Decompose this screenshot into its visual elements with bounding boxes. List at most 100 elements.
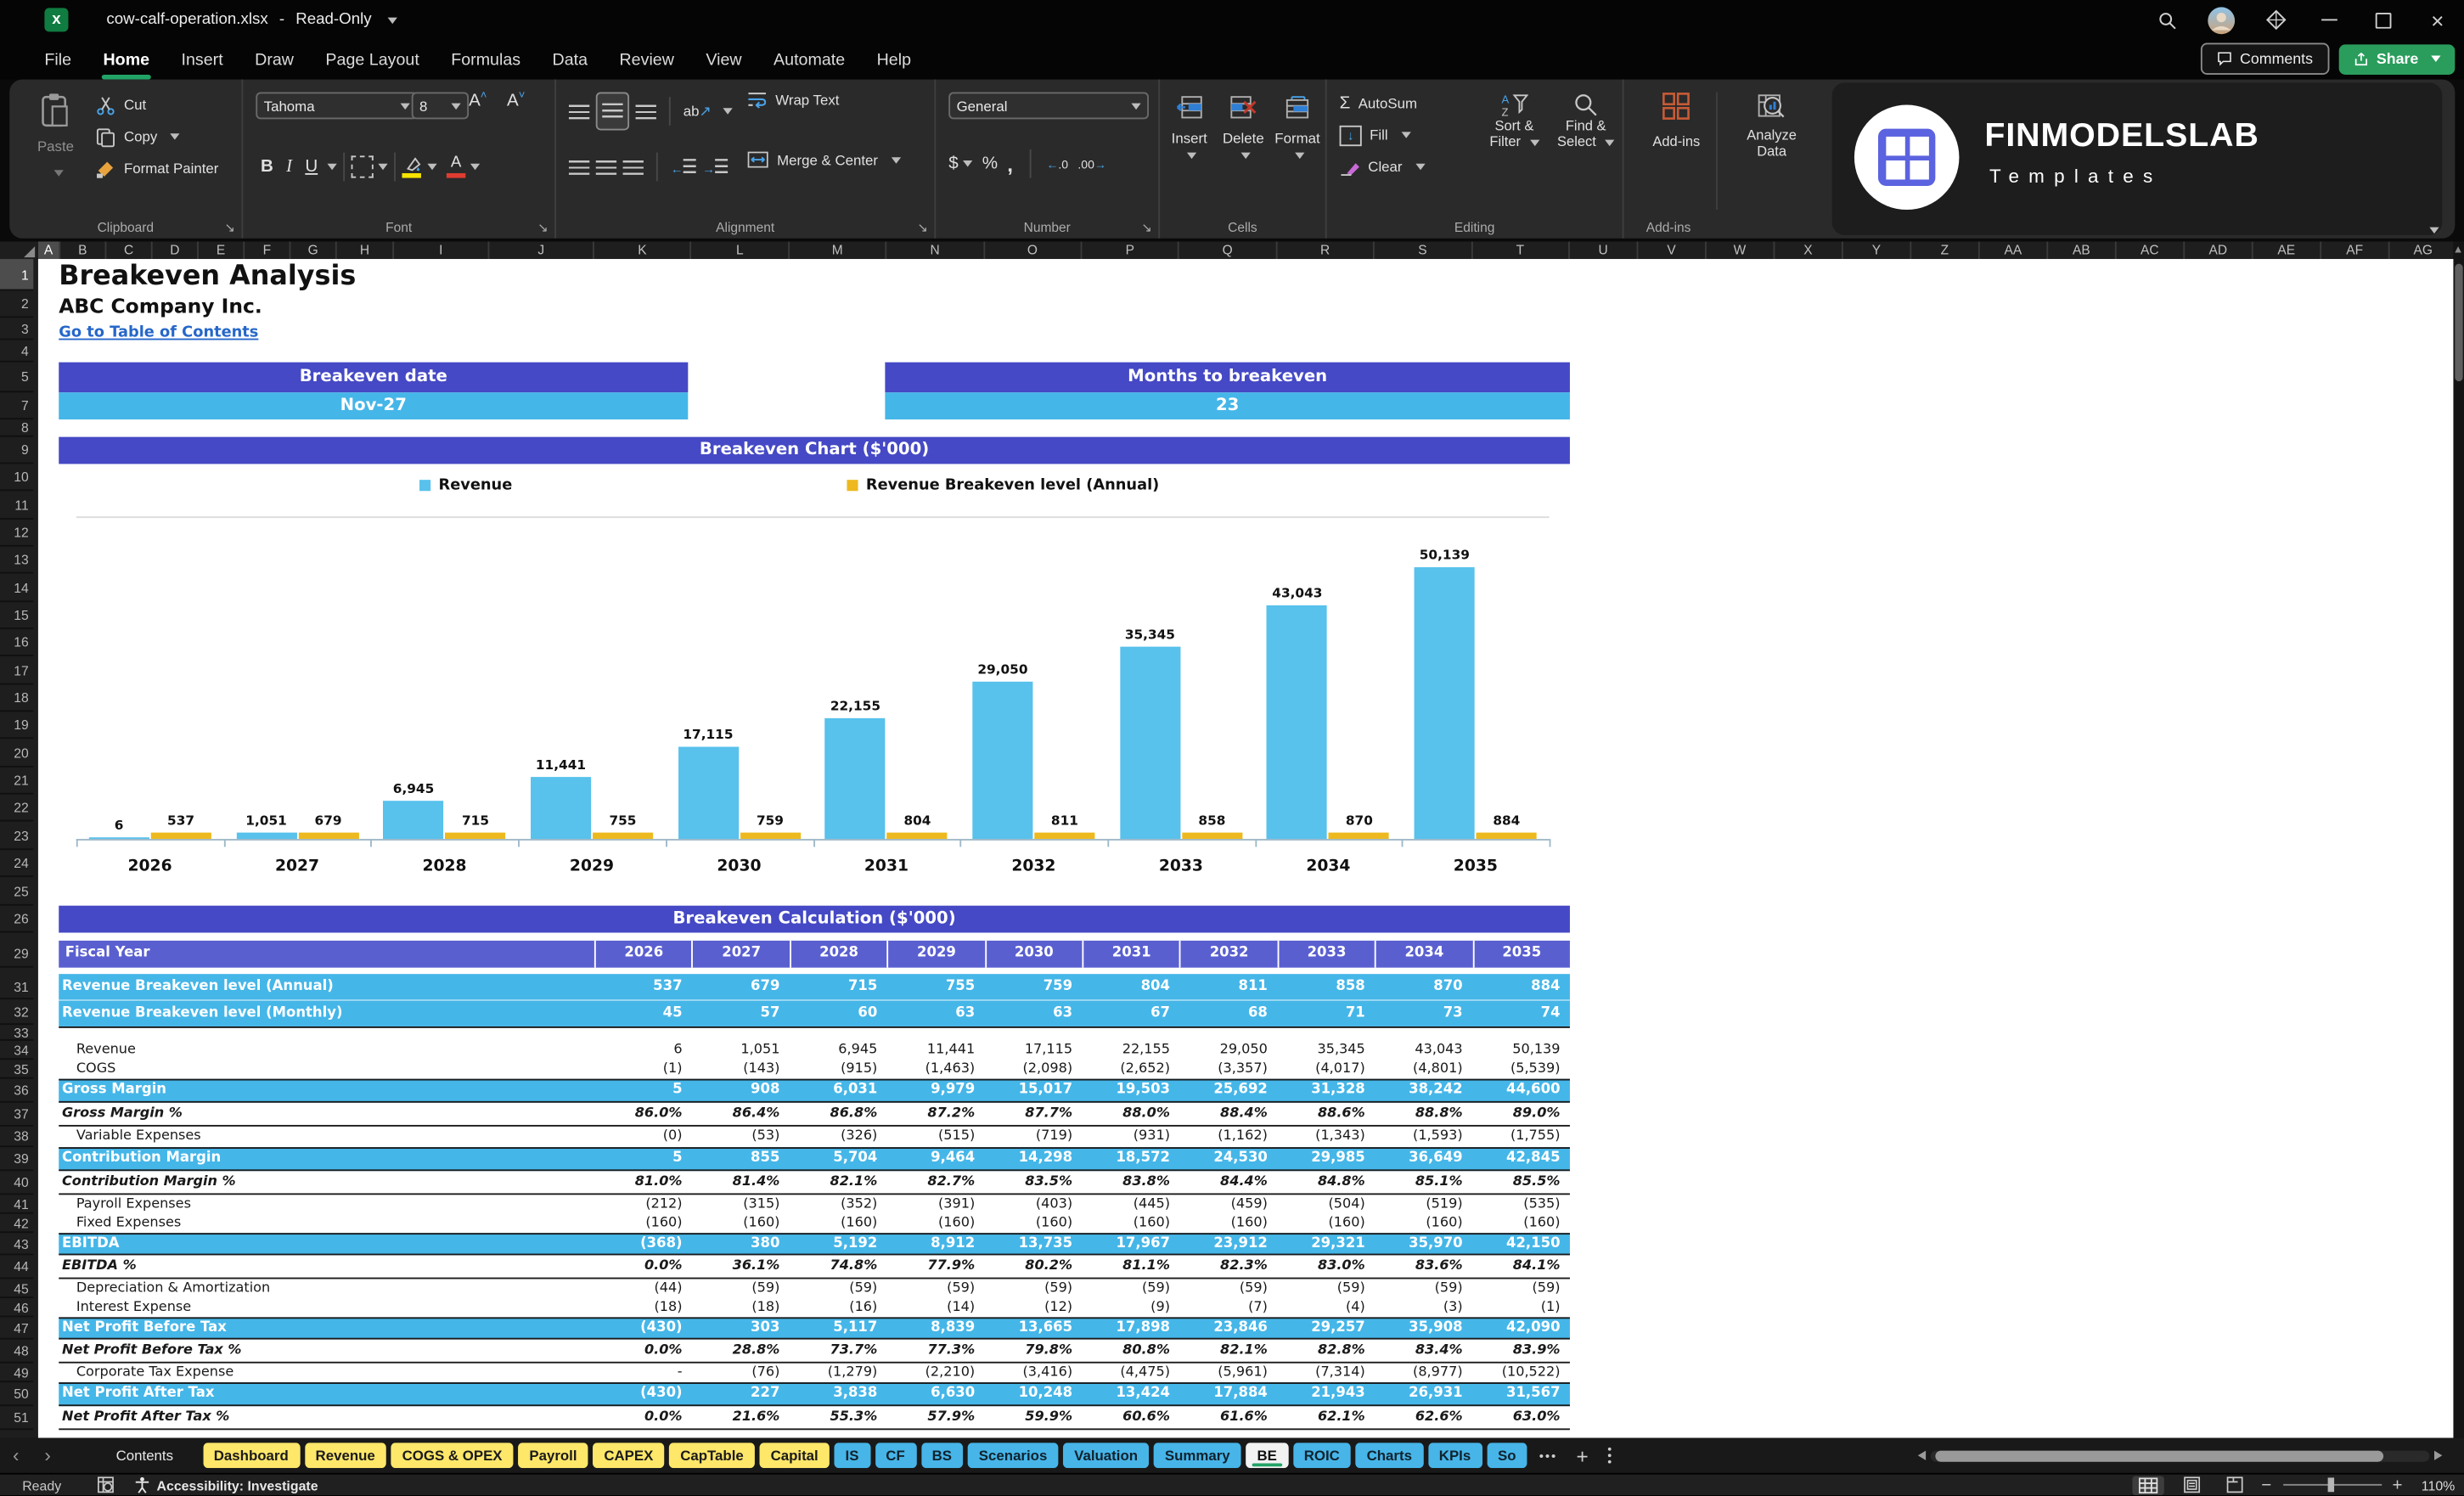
table-cell[interactable]: (160)	[887, 1214, 985, 1233]
table-cell[interactable]: 884	[1472, 974, 1570, 999]
column-header-M[interactable]: M	[790, 241, 887, 259]
row-header-44[interactable]: 44	[0, 1255, 33, 1279]
table-cell[interactable]: 28.8%	[692, 1340, 790, 1362]
table-cell[interactable]: 17,115	[984, 1041, 1082, 1060]
column-header-D[interactable]: D	[153, 241, 199, 259]
table-cell[interactable]: (212)	[594, 1195, 692, 1213]
copy-button[interactable]: Copy	[95, 121, 218, 152]
sheet-tab-roic[interactable]: ROIC	[1293, 1443, 1351, 1468]
sheet-tab-summary[interactable]: Summary	[1154, 1443, 1241, 1468]
table-cell[interactable]: 5	[594, 1149, 692, 1169]
table-cell[interactable]: 74	[1472, 1001, 1570, 1026]
avatar[interactable]	[2194, 0, 2248, 40]
minimize-button[interactable]	[2303, 0, 2357, 40]
table-cell[interactable]: (430)	[594, 1319, 692, 1337]
row-header-48[interactable]: 48	[0, 1340, 33, 1364]
table-cell[interactable]: 71	[1277, 1001, 1375, 1026]
table-cell[interactable]: 23,912	[1179, 1234, 1277, 1253]
column-header-F[interactable]: F	[245, 241, 290, 259]
row-header-42[interactable]: 42	[0, 1214, 33, 1233]
table-cell[interactable]: (7)	[1179, 1298, 1277, 1317]
table-cell[interactable]: (160)	[692, 1214, 790, 1233]
months-to-breakeven-value[interactable]: 23	[885, 392, 1570, 419]
table-cell[interactable]: (430)	[594, 1384, 692, 1404]
table-cell[interactable]: 82.3%	[1179, 1255, 1277, 1277]
table-cell[interactable]: 29,257	[1277, 1319, 1375, 1337]
column-header-P[interactable]: P	[1082, 241, 1179, 259]
table-cell[interactable]: (59)	[984, 1279, 1082, 1297]
table-cell[interactable]: 85.1%	[1375, 1171, 1472, 1193]
table-cell[interactable]: 57.9%	[887, 1406, 985, 1428]
table-cell[interactable]: 5	[594, 1081, 692, 1101]
increase-indent-icon[interactable]: →	[702, 158, 728, 176]
row-header-43[interactable]: 43	[0, 1233, 33, 1255]
table-cell[interactable]: 63	[984, 1001, 1082, 1026]
table-cell[interactable]: (352)	[790, 1195, 887, 1213]
row-header-31[interactable]: 31	[0, 974, 33, 999]
table-cell[interactable]: (1,162)	[1179, 1127, 1277, 1147]
table-cell[interactable]: 83.9%	[1472, 1340, 1570, 1362]
scroll-up-icon[interactable]	[2455, 246, 2461, 252]
table-cell[interactable]: (459)	[1179, 1195, 1277, 1213]
horizontal-scrollbar[interactable]	[1918, 1449, 2443, 1462]
table-cell[interactable]: 17,898	[1082, 1319, 1179, 1337]
table-cell[interactable]: 8,912	[887, 1234, 985, 1253]
table-cell[interactable]: (160)	[1179, 1214, 1277, 1233]
table-cell[interactable]: (4,017)	[1277, 1060, 1375, 1078]
fiscal-year-2027[interactable]: 2027	[692, 941, 790, 968]
table-cell[interactable]: 86.8%	[790, 1103, 887, 1125]
column-header-W[interactable]: W	[1707, 241, 1775, 259]
vertical-scroll-thumb[interactable]	[2455, 264, 2462, 381]
table-cell[interactable]: 44,600	[1472, 1081, 1570, 1101]
table-cell[interactable]: 35,970	[1375, 1234, 1472, 1253]
table-cell[interactable]: (160)	[790, 1214, 887, 1233]
table-cell[interactable]: 73	[1375, 1001, 1472, 1026]
table-cell[interactable]: 36.1%	[692, 1255, 790, 1277]
diamond-icon[interactable]	[2248, 0, 2303, 40]
table-cell[interactable]: 5,704	[790, 1149, 887, 1169]
table-cell[interactable]: 26,931	[1375, 1384, 1472, 1404]
table-cell[interactable]: 870	[1375, 974, 1472, 999]
row-header-15[interactable]: 15	[0, 602, 33, 629]
paste-button[interactable]: Paste	[25, 93, 86, 188]
row-header-41[interactable]: 41	[0, 1195, 33, 1213]
number-dialog-launcher-icon[interactable]: ↘	[1141, 221, 1152, 235]
table-cell[interactable]: 227	[692, 1384, 790, 1404]
column-header-Z[interactable]: Z	[1911, 241, 1979, 259]
format-painter-button[interactable]: Format Painter	[95, 153, 218, 184]
fiscal-year-2030[interactable]: 2030	[984, 941, 1082, 968]
percent-format-button[interactable]: %	[982, 155, 998, 173]
table-cell[interactable]: 679	[692, 974, 790, 999]
table-cell[interactable]: 87.7%	[984, 1103, 1082, 1125]
fiscal-year-2028[interactable]: 2028	[790, 941, 887, 968]
cut-button[interactable]: Cut	[95, 89, 218, 121]
sheet-tab-is[interactable]: IS	[834, 1443, 869, 1468]
row-header-22[interactable]: 22	[0, 795, 33, 822]
search-icon[interactable]	[2141, 0, 2195, 40]
row-header-50[interactable]: 50	[0, 1382, 33, 1406]
fiscal-year-2035[interactable]: 2035	[1472, 941, 1570, 968]
column-header-V[interactable]: V	[1638, 241, 1706, 259]
table-cell[interactable]: 82.1%	[1179, 1340, 1277, 1362]
table-cell[interactable]: 77.9%	[887, 1255, 985, 1277]
row-header-13[interactable]: 13	[0, 547, 33, 574]
column-header-AC[interactable]: AC	[2117, 241, 2185, 259]
tab-scroll-left-icon[interactable]: ‹	[0, 1444, 31, 1466]
page-break-view-icon[interactable]	[2219, 1476, 2250, 1494]
more-tabs-icon[interactable]: •••	[1530, 1448, 1567, 1463]
fiscal-year-2032[interactable]: 2032	[1179, 941, 1277, 968]
column-header-E[interactable]: E	[199, 241, 245, 259]
table-cell[interactable]: 908	[692, 1081, 790, 1101]
table-cell[interactable]: 29,050	[1179, 1041, 1277, 1060]
table-cell[interactable]: 63.0%	[1472, 1406, 1570, 1428]
fiscal-year-2034[interactable]: 2034	[1375, 941, 1472, 968]
wrap-text-button[interactable]: Wrap Text	[747, 91, 840, 109]
table-cell[interactable]: 17,884	[1179, 1384, 1277, 1404]
accounting-format-button[interactable]: $	[948, 155, 972, 173]
table-cell[interactable]: 811	[1179, 974, 1277, 999]
table-cell[interactable]: 13,424	[1082, 1384, 1179, 1404]
table-cell[interactable]: 80.8%	[1082, 1340, 1179, 1362]
borders-button[interactable]	[352, 155, 374, 177]
table-cell[interactable]: 18,572	[1082, 1149, 1179, 1169]
table-cell[interactable]: (4,475)	[1082, 1364, 1179, 1382]
